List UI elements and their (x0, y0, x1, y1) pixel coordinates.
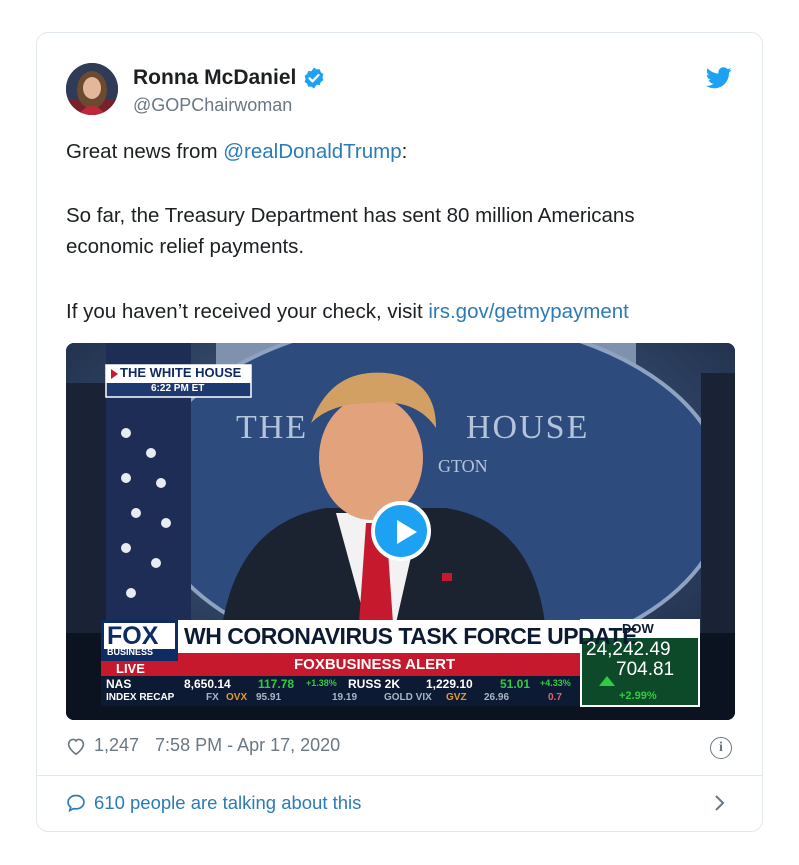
author-name-row[interactable]: Ronna McDaniel (133, 66, 326, 90)
author-handle[interactable]: @GOPChairwoman (133, 95, 292, 116)
tweet-timestamp[interactable]: 7:58 PM - Apr 17, 2020 (155, 735, 340, 756)
ticker-row2-h: 0.7 (548, 692, 562, 703)
ticker-row2-label: INDEX RECAP (106, 692, 175, 703)
bug-title: THE WHITE HOUSE (120, 365, 242, 380)
heart-icon[interactable] (66, 737, 86, 755)
ticker-russ-value: 1,229.10 (426, 677, 473, 691)
author-name[interactable]: Ronna McDaniel (133, 66, 296, 90)
backdrop-text-left: THE (236, 409, 309, 446)
ticker-nas-pct: +1.38% (306, 678, 337, 688)
like-count[interactable]: 1,247 (94, 735, 139, 756)
tweet-meta: 1,247 7:58 PM - Apr 17, 2020 (66, 735, 340, 756)
talk-link[interactable]: 610 people are talking about this (66, 792, 361, 814)
mention-link[interactable]: @realDonaldTrump (223, 140, 401, 163)
ticker-row2-b: OVX (226, 692, 248, 703)
ticker-russ-label: RUSS 2K (348, 677, 401, 691)
speech-bubble-icon (67, 794, 85, 813)
tweet-para2-line1: So far, the Treasury Department has sent… (66, 204, 635, 227)
ticker-nas-change: 117.78 (258, 677, 295, 691)
ticker-row2-a: FX (206, 692, 219, 703)
dow-value: 24,242.49 (586, 639, 671, 660)
alert-label: FOXBUSINESS ALERT (294, 656, 456, 673)
talk-text[interactable]: 610 people are talking about this (94, 792, 361, 814)
headline-text: WH CORONAVIRUS TASK FORCE UPDATE (184, 623, 637, 649)
backdrop-text-right: HOUSE (466, 409, 590, 446)
ticker-row2-c: 95.91 (256, 692, 282, 703)
footer-divider (37, 775, 762, 776)
info-icon[interactable]: i (710, 737, 732, 759)
tweet-card: Ronna McDaniel @GOPChairwoman Great news… (36, 32, 763, 832)
irs-link[interactable]: irs.gov/getmypayment (428, 300, 629, 323)
dow-label: DOW (622, 621, 654, 636)
author-avatar[interactable] (66, 63, 118, 115)
bug-time: 6:22 PM ET (151, 383, 205, 394)
ticker-nas-label: NAS (106, 677, 132, 691)
tweet-paragraph-3: If you haven’t received your check, visi… (66, 296, 629, 327)
ticker-russ-change: 51.01 (500, 677, 531, 691)
twitter-bird-icon[interactable] (706, 67, 732, 89)
ticker-row2-d: 19.19 (332, 692, 358, 703)
ticker-nas-value: 8,650.14 (184, 677, 231, 691)
ticker-row2-f: GVZ (446, 692, 467, 703)
verified-badge-icon (304, 67, 324, 89)
tweet-text-suffix: : (401, 140, 408, 163)
dow-pct: +2.99% (619, 690, 657, 702)
ticker-row2-e: GOLD VIX (384, 692, 432, 703)
live-label: LIVE (116, 661, 145, 676)
channel-sub: BUSINESS (107, 647, 154, 657)
tweet-paragraph-2: So far, the Treasury Department has sent… (66, 200, 635, 262)
ticker-row2-g: 26.96 (484, 692, 510, 703)
ticker-russ-pct: +4.33% (540, 678, 571, 688)
play-button-icon[interactable] (371, 501, 431, 561)
backdrop-text-sub: GTON (438, 456, 488, 476)
tweet-line-1: Great news from @realDonaldTrump: (66, 136, 407, 167)
chevron-right-icon[interactable] (714, 794, 726, 812)
tweet-para3-text: If you haven’t received your check, visi… (66, 300, 429, 323)
dow-change: 704.81 (616, 659, 675, 680)
tweet-para2-line2: economic relief payments. (66, 235, 305, 258)
video-player[interactable]: THE WHITE HOUSE 6:22 PM ET THE HOUSE GTO… (66, 343, 735, 720)
tweet-text-prefix: Great news from (66, 140, 224, 163)
